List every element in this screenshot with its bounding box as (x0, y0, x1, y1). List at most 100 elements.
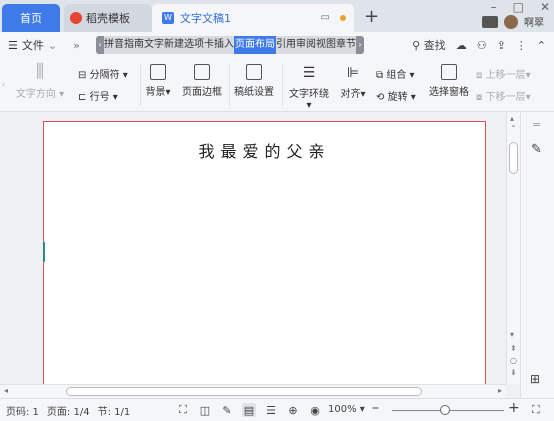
tab-home[interactable]: 首页 (2, 4, 60, 32)
horizontal-scrollbar[interactable]: ◂ ▸ (0, 384, 506, 398)
fullscreen-view-icon[interactable]: ⛶ (176, 403, 190, 417)
share-user-icon[interactable]: ⚇ (477, 39, 487, 52)
reading-view-icon[interactable]: ◫ (198, 403, 212, 417)
web-view-icon[interactable]: ⊕ (286, 403, 300, 417)
more-menu-icon[interactable]: » (73, 39, 80, 52)
collapse-ribbon-icon[interactable]: ⌃ (537, 39, 546, 52)
scroll-right-icon[interactable]: › (356, 36, 364, 54)
rotate-button[interactable]: ⟲ 旋转 ▾ (376, 88, 416, 103)
margin-marker (43, 242, 45, 262)
send-backward-button[interactable]: ⧇ 下移一层▾ (476, 88, 531, 103)
outline-view-icon[interactable]: ☰ (264, 403, 278, 417)
new-tab-button[interactable]: + (364, 6, 379, 27)
scroll-down-icon[interactable]: ▾ (510, 330, 514, 339)
share-icon[interactable]: ⇪ (497, 39, 506, 52)
page-number[interactable]: 页码: 1 (6, 403, 39, 418)
separator-icon: ⊟ (78, 70, 87, 81)
tab-home-label: 首页 (20, 12, 42, 25)
menu-tabs-after[interactable]: 引用审阅视图章节 (276, 36, 356, 54)
avatar[interactable] (504, 14, 518, 29)
paper-setting-label: 稿纸设置 (234, 87, 274, 98)
more-icon[interactable]: ⋮ (516, 39, 527, 52)
selection-pane-icon (441, 64, 457, 80)
text-direction-button[interactable]: ⫼ 文字方向 ▾ (12, 62, 68, 101)
vertical-scrollbar[interactable]: ▴ ⌃ ▾ ⇞ ○ ⇟ (506, 112, 520, 384)
scroll-right-icon[interactable]: ▸ (498, 386, 502, 395)
close-icon[interactable]: ✕ (540, 0, 550, 14)
status-bar: 页码: 1 页面: 1/4 节: 1/1 ⛶ ◫ ✎ ▤ ☰ ⊕ ◉ 100% … (0, 398, 554, 421)
section-count[interactable]: 节: 1/1 (98, 403, 131, 418)
unsaved-dot-icon (340, 14, 346, 21)
sidebar-collapse-icon[interactable]: = (532, 118, 541, 131)
view-modes: ⛶ ◫ ✎ ▤ ☰ ⊕ ◉ (176, 403, 322, 417)
user-name[interactable]: 啊翠 (524, 14, 544, 29)
select-browse-icon[interactable]: ○ (510, 356, 517, 365)
search-button[interactable]: ⚲ 查找 (412, 37, 446, 53)
maximize-icon[interactable]: □ (513, 0, 524, 14)
divider (282, 64, 283, 106)
align-label: 对齐 (340, 89, 361, 100)
page-view-icon[interactable]: ▤ (242, 403, 256, 417)
minimize-icon[interactable]: – (491, 0, 497, 14)
separator-button[interactable]: ⊟ 分隔符 ▾ (78, 66, 128, 81)
tab-template[interactable]: 稻壳模板 (64, 4, 152, 32)
next-page-icon[interactable]: ⇟ (510, 368, 517, 377)
page-border-label: 页面边框 (182, 87, 222, 98)
align-icon: ⊫ (346, 65, 360, 81)
document-title[interactable]: 我最爱的父亲 (44, 138, 485, 162)
selection-pane-button[interactable]: 选择窗格 (428, 64, 470, 98)
text-direction-label: 文字方向 (15, 89, 56, 100)
page-border-button[interactable]: 页面边框 (180, 64, 224, 98)
apps-grid-icon[interactable]: ⊞ (530, 372, 540, 386)
zoom-level[interactable]: 100% ▾ (328, 404, 365, 415)
page-count[interactable]: 页面: 1/4 (47, 403, 90, 418)
tab-page-layout[interactable]: 页面布局 (234, 36, 276, 54)
scroll-up-icon[interactable]: ▴ (510, 114, 514, 123)
horizontal-scroll-thumb[interactable] (66, 387, 422, 396)
background-button[interactable]: 背景▾ (144, 64, 172, 98)
menu-tabs-before[interactable]: 拼音指南文字新建选项卡插入 (104, 36, 234, 54)
vertical-scroll-thumb[interactable] (509, 142, 518, 174)
zoom-out-button[interactable]: – (372, 400, 379, 416)
divider (140, 64, 141, 106)
scroll-left-icon[interactable]: ‹ (96, 36, 104, 54)
writer-doc-icon: W (162, 12, 174, 24)
hamburger-icon: ☰ (8, 38, 18, 52)
pen-mode-icon[interactable]: ✎ (220, 403, 234, 417)
separator-label: 分隔符 (89, 70, 120, 81)
menu-tabs: ‹ 拼音指南文字新建选项卡插入 页面布局 引用审阅视图章节 › (96, 36, 364, 54)
eye-protect-icon[interactable]: ◉ (308, 403, 322, 417)
text-wrap-button[interactable]: ☰ 文字环绕▾ (287, 64, 331, 111)
text-wrap-label: 文字环绕 (289, 89, 329, 100)
document-page[interactable]: 我最爱的父亲 (43, 121, 486, 384)
monitor-icon[interactable]: ▭ (321, 12, 330, 23)
prev-page-icon[interactable]: ⇞ (510, 344, 517, 353)
file-menu[interactable]: ☰ 文件 ⌄ (8, 37, 57, 53)
line-number-button[interactable]: ⊏ 行号 ▾ (78, 88, 118, 103)
pen-icon[interactable]: ✎ (531, 142, 542, 157)
bring-forward-button[interactable]: ⧈ 上移一层▾ (476, 66, 531, 81)
zoom-in-button[interactable]: + (508, 400, 520, 416)
background-icon (150, 64, 166, 80)
tab-template-label: 稻壳模板 (86, 12, 130, 25)
ribbon: ‹ ⫼ 文字方向 ▾ ⊟ 分隔符 ▾ ⊏ 行号 ▾ 背景▾ 页面边框 稿纸设置 … (0, 58, 554, 112)
docer-logo-icon (70, 12, 82, 24)
bring-forward-label: 上移一层 (485, 70, 526, 81)
tab-document[interactable]: W 文字文稿1 ▭ (152, 4, 354, 32)
ribbon-scroll-left-icon[interactable]: ‹ (2, 80, 5, 89)
fit-window-icon[interactable]: ⛶ (532, 403, 540, 417)
tab-document-label: 文字文稿1 (180, 12, 231, 25)
scroll-up-fast-icon[interactable]: ⌃ (510, 124, 517, 133)
scroll-left-icon[interactable]: ◂ (4, 386, 8, 395)
zoom-slider-handle[interactable] (440, 405, 450, 415)
group-button[interactable]: ⧉ 组合 ▾ (376, 66, 415, 81)
background-label: 背景 (145, 87, 166, 98)
page-border-icon (194, 64, 210, 80)
layout-icon[interactable] (482, 15, 498, 28)
send-backward-label: 下移一层 (485, 92, 526, 103)
align-button[interactable]: ⊫ 对齐▾ (340, 64, 366, 100)
rotate-icon: ⟲ (376, 92, 385, 103)
document-canvas[interactable]: 我最爱的父亲 (0, 112, 506, 384)
paper-setting-button[interactable]: 稿纸设置 (233, 64, 275, 98)
cloud-icon[interactable]: ☁ (456, 39, 467, 52)
